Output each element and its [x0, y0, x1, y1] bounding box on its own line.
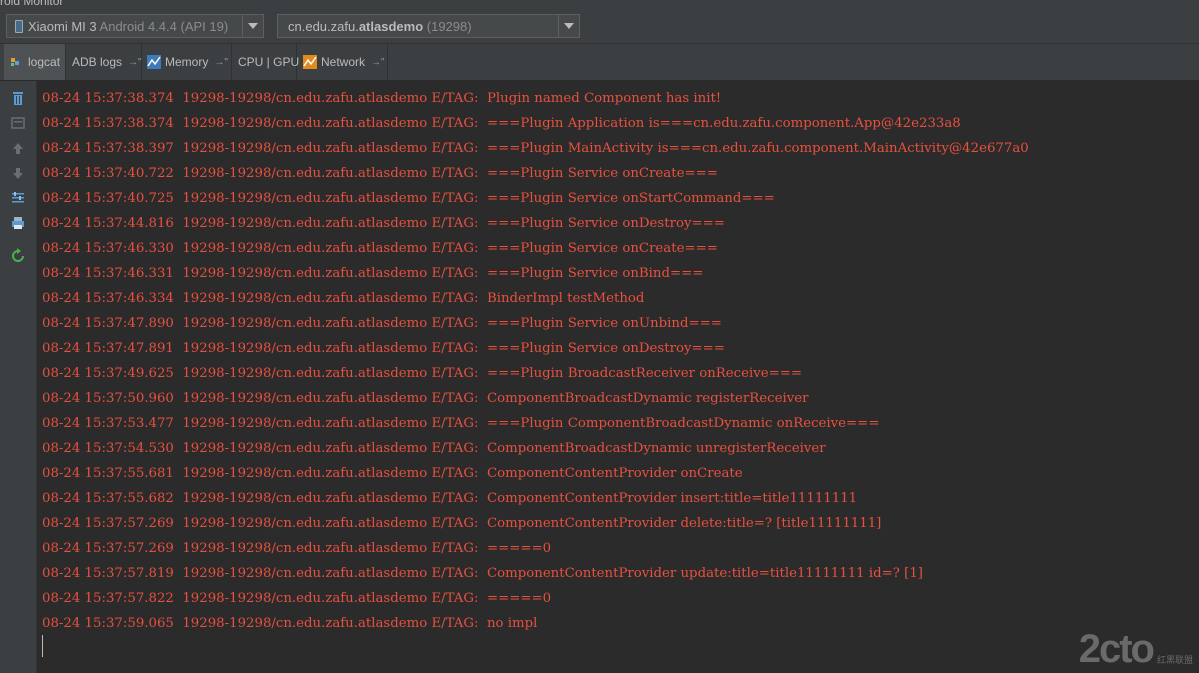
- filter-settings-icon[interactable]: [10, 190, 26, 206]
- logcat-toolbar: [0, 81, 37, 673]
- log-line: 08-24 15:37:55.682 19298-19298/cn.edu.za…: [42, 491, 858, 506]
- package-prefix: cn.edu.zafu.: [288, 18, 359, 34]
- tab-network[interactable]: Network →": [297, 44, 388, 80]
- log-line: 08-24 15:37:40.725 19298-19298/cn.edu.za…: [42, 191, 775, 206]
- print-icon[interactable]: [10, 215, 26, 231]
- memory-chart-icon: [147, 55, 161, 69]
- watermark-subtext: 红黑联盟: [1156, 656, 1193, 666]
- tab-label: ADB logs: [72, 55, 123, 69]
- phone-icon: [15, 19, 23, 33]
- log-line: 08-24 15:37:46.330 19298-19298/cn.edu.za…: [42, 241, 718, 256]
- tab-adb-logs[interactable]: ADB logs →": [66, 44, 142, 80]
- tab-memory[interactable]: Memory →": [142, 44, 232, 80]
- logcat-icon: [11, 58, 19, 66]
- window-title-bar: roid Monitor: [0, 0, 1199, 9]
- log-line: 08-24 15:37:57.819 19298-19298/cn.edu.za…: [42, 566, 923, 581]
- trash-icon[interactable]: [10, 90, 26, 106]
- device-detail: Android 4.4.4 (API 19): [99, 18, 229, 34]
- log-line: 08-24 15:37:55.681 19298-19298/cn.edu.za…: [42, 466, 743, 481]
- pin-icon[interactable]: →": [371, 57, 385, 68]
- log-line: 08-24 15:37:49.625 19298-19298/cn.edu.za…: [42, 366, 803, 381]
- tab-label: Network: [321, 55, 366, 69]
- device-name: Xiaomi MI 3: [28, 18, 97, 34]
- watermark-logo: 2cto 红黑联盟: [1078, 627, 1193, 671]
- restart-icon[interactable]: [10, 248, 26, 264]
- pin-icon[interactable]: →": [128, 57, 142, 68]
- selector-bar: Xiaomi MI 3 Android 4.4.4 (API 19) cn.ed…: [0, 9, 1199, 44]
- log-line: 08-24 15:37:40.722 19298-19298/cn.edu.za…: [42, 166, 718, 181]
- chevron-down-icon[interactable]: [242, 15, 263, 37]
- down-arrow-icon[interactable]: [10, 165, 26, 181]
- log-line: 08-24 15:37:46.331 19298-19298/cn.edu.za…: [42, 266, 704, 281]
- text-caret: [42, 635, 43, 657]
- log-line: 08-24 15:37:38.374 19298-19298/cn.edu.za…: [42, 116, 961, 131]
- tab-label: CPU | GPU: [238, 55, 300, 69]
- log-line: 08-24 15:37:44.816 19298-19298/cn.edu.za…: [42, 216, 725, 231]
- watermark-text: 2cto: [1078, 627, 1155, 671]
- log-line: 08-24 15:37:54.530 19298-19298/cn.edu.za…: [42, 441, 826, 456]
- tab-cpu-gpu[interactable]: CPU | GPU: [232, 44, 300, 80]
- chevron-down-icon[interactable]: [558, 15, 579, 37]
- network-chart-icon: [303, 55, 317, 69]
- process-selector[interactable]: cn.edu.zafu.atlasdemo (19298): [277, 14, 580, 38]
- log-line: 08-24 15:37:46.334 19298-19298/cn.edu.za…: [42, 291, 645, 306]
- tab-label: logcat: [28, 55, 61, 69]
- log-line: 08-24 15:37:38.374 19298-19298/cn.edu.za…: [42, 91, 722, 106]
- soft-wrap-icon[interactable]: [10, 115, 26, 131]
- log-line: 08-24 15:37:53.477 19298-19298/cn.edu.za…: [42, 416, 880, 431]
- logcat-output[interactable]: 2cto 红黑联盟 08-24 15:37:38.374 19298-19298…: [37, 81, 1199, 673]
- log-line: 08-24 15:37:47.890 19298-19298/cn.edu.za…: [42, 316, 722, 331]
- log-line: 08-24 15:37:57.269 19298-19298/cn.edu.za…: [42, 516, 882, 531]
- tab-label: Memory: [165, 55, 209, 69]
- log-line: 08-24 15:37:59.065 19298-19298/cn.edu.za…: [42, 616, 538, 631]
- process-pid: (19298): [426, 18, 472, 34]
- monitor-tabs: logcat ADB logs →" Memory →" CPU | GPU N…: [0, 44, 1199, 81]
- log-line: 08-24 15:37:57.822 19298-19298/cn.edu.za…: [42, 591, 552, 606]
- log-line: 08-24 15:37:50.960 19298-19298/cn.edu.za…: [42, 391, 809, 406]
- window-title: roid Monitor: [0, 0, 64, 8]
- device-selector[interactable]: Xiaomi MI 3 Android 4.4.4 (API 19): [6, 14, 264, 38]
- log-line: 08-24 15:37:47.891 19298-19298/cn.edu.za…: [42, 341, 725, 356]
- package-name: atlasdemo: [358, 18, 424, 34]
- tab-logcat[interactable]: logcat: [4, 44, 66, 80]
- up-arrow-icon[interactable]: [10, 140, 26, 156]
- pin-icon[interactable]: →": [214, 57, 228, 68]
- log-line: 08-24 15:37:38.397 19298-19298/cn.edu.za…: [42, 141, 1029, 156]
- log-line: 08-24 15:37:57.269 19298-19298/cn.edu.za…: [42, 541, 552, 556]
